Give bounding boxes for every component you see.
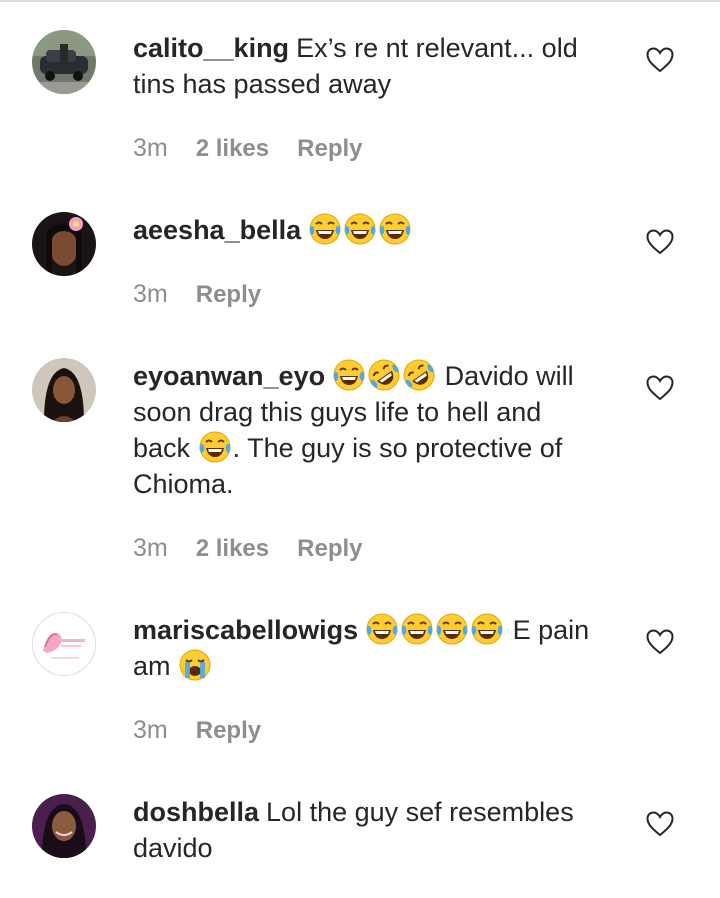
comment-body: mariscabellowigs E pain am [133, 612, 603, 684]
comment-meta: 3m Reply [133, 716, 289, 745]
comment-text: back [133, 433, 191, 463]
comment-text: soon drag this guys life to hell and [133, 397, 542, 427]
comment-text: E pain [512, 615, 590, 645]
comment-time[interactable]: 3m [133, 280, 168, 308]
comment-body: aeesha_bella [133, 212, 603, 248]
comment-time[interactable]: 3m [133, 134, 168, 162]
reply-button[interactable]: Reply [196, 717, 261, 744]
rolling-laughing-emoji [367, 358, 401, 392]
avatar[interactable] [32, 212, 96, 276]
comment-text: . The guy is so protective of [232, 433, 563, 463]
heart-outline-icon[interactable] [646, 229, 674, 255]
laughing-tears-emoji [198, 430, 232, 464]
heart-outline-icon[interactable] [646, 375, 674, 401]
avatar[interactable] [32, 358, 96, 422]
comment-username[interactable]: doshbella [133, 797, 259, 827]
comment-meta: 3m 2 likes Reply [133, 134, 391, 163]
comment-likes[interactable]: 2 likes [196, 135, 269, 162]
comment-body: doshbella Lol the guy sef resembles david… [133, 794, 603, 866]
reply-button[interactable]: Reply [297, 135, 362, 162]
loudly-crying-emoji [178, 648, 212, 682]
laughing-tears-emoji [470, 612, 504, 646]
laughing-tears-emoji [365, 612, 399, 646]
comment-time[interactable]: 3m [133, 716, 168, 744]
comment-username[interactable]: eyoanwan_eyo [133, 361, 325, 391]
comment-text: am [133, 651, 171, 681]
avatar[interactable] [32, 612, 96, 676]
comment-text: davido [133, 833, 213, 863]
comment-text: Davido will [444, 361, 574, 391]
comment-username[interactable]: mariscabellowigs [133, 615, 358, 645]
laughing-tears-emoji [378, 212, 412, 246]
reply-button[interactable]: Reply [196, 281, 261, 308]
comment-body: eyoanwan_eyo Davido will soon drag this … [133, 358, 603, 502]
laughing-tears-emoji [400, 612, 434, 646]
comment-text: Lol the guy sef resembles [266, 797, 574, 827]
comment-username[interactable]: aeesha_bella [133, 215, 301, 245]
rolling-laughing-emoji [402, 358, 436, 392]
avatar[interactable] [32, 30, 96, 94]
laughing-tears-emoji [343, 212, 377, 246]
comment-time[interactable]: 3m [133, 534, 168, 562]
comment-text: tins has passed away [133, 69, 392, 99]
reply-button[interactable]: Reply [297, 535, 362, 562]
avatar[interactable] [32, 794, 96, 858]
laughing-tears-emoji [332, 358, 366, 392]
comment-text: Chioma. [133, 469, 234, 499]
comment-username[interactable]: calito__king [133, 33, 289, 63]
heart-outline-icon[interactable] [646, 47, 674, 73]
laughing-tears-emoji [308, 212, 342, 246]
comment-meta: 3m Reply [133, 280, 289, 309]
laughing-tears-emoji [435, 612, 469, 646]
comment-likes[interactable]: 2 likes [196, 535, 269, 562]
heart-outline-icon[interactable] [646, 629, 674, 655]
heart-outline-icon[interactable] [646, 811, 674, 837]
comment-body: calito__king Ex’s re nt relevant... old t… [133, 30, 603, 102]
top-divider [0, 0, 720, 2]
comment-meta: 3m 2 likes Reply [133, 534, 391, 563]
comment-text: Ex’s re nt relevant... old [296, 33, 578, 63]
